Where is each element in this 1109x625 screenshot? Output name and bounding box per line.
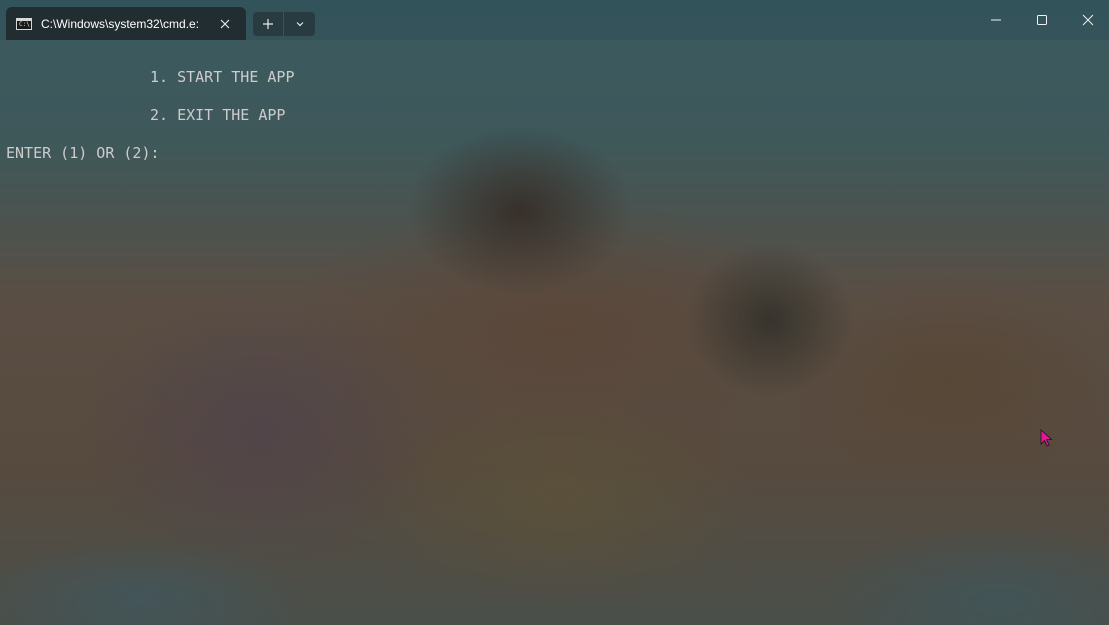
cmd-icon-text: C:\ (19, 20, 30, 28)
input-prompt[interactable]: ENTER (1) OR (2): (6, 144, 160, 162)
menu-option-exit: 2. EXIT THE APP (150, 106, 286, 124)
cmd-icon: C:\ (16, 17, 32, 30)
terminal-window: C:\ C:\Windows\system32\cmd.e: 1. START … (0, 0, 1109, 625)
mouse-pointer-icon (1040, 429, 1056, 449)
tab-close-icon[interactable] (218, 16, 232, 30)
plus-icon (263, 19, 273, 29)
tab-title: C:\Windows\system32\cmd.e: (41, 16, 200, 31)
menu-option-start: 1. START THE APP (150, 68, 295, 86)
close-icon (1082, 14, 1094, 26)
maximize-icon (1037, 15, 1047, 25)
close-button[interactable] (1065, 0, 1109, 40)
tab-cmd[interactable]: C:\ C:\Windows\system32\cmd.e: (6, 7, 246, 40)
maximize-button[interactable] (1019, 0, 1065, 40)
terminal-output[interactable]: 1. START THE APP 2. EXIT THE APP ENTER (… (0, 40, 1109, 625)
new-tab-group (253, 12, 315, 36)
minimize-button[interactable] (973, 0, 1019, 40)
title-bar[interactable]: C:\ C:\Windows\system32\cmd.e: (0, 0, 1109, 40)
tab-dropdown-button[interactable] (284, 12, 315, 36)
minimize-icon (991, 19, 1001, 21)
chevron-down-icon (296, 22, 303, 27)
new-tab-button[interactable] (253, 12, 284, 36)
